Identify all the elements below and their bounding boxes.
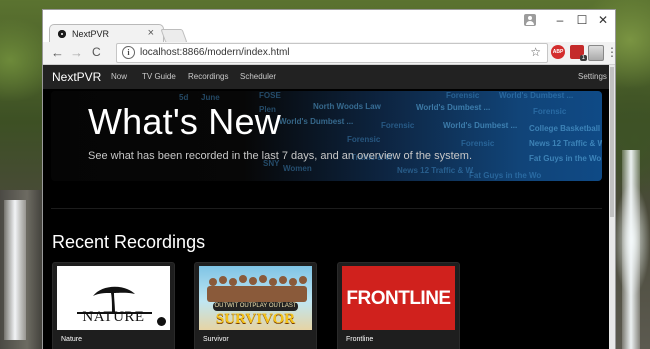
browser-menu-icon[interactable]: ⋮ (606, 45, 615, 59)
tab-strip: NextPVR × – ☐ ✕ (43, 10, 615, 43)
nextpvr-favicon-icon (58, 30, 66, 38)
guide-cell: Forensic (533, 107, 567, 116)
guide-cell: World's Dumbest ... (279, 117, 354, 126)
browser-window: NextPVR × – ☐ ✕ ← → C i localhost:8866/m… (43, 10, 615, 349)
recent-recordings-heading: Recent Recordings (52, 232, 206, 252)
adblock-icon[interactable]: ABP (551, 45, 565, 59)
guide-cell: World's Dumbest ... (499, 91, 574, 100)
profile-icon[interactable] (524, 14, 536, 26)
nav-scheduler[interactable]: Scheduler (240, 72, 276, 81)
bookmark-star-icon[interactable]: ☆ (530, 45, 541, 59)
address-bar[interactable]: i localhost:8866/modern/index.html ☆ (116, 43, 548, 63)
guide-cell: College Basketball (529, 124, 601, 133)
recording-card-frontline[interactable]: FRONTLINE Frontline (337, 262, 460, 349)
nature-artwork: NATURE (57, 266, 170, 330)
forward-arrow-icon[interactable]: → (70, 45, 83, 60)
window-extension-icon[interactable] (588, 45, 604, 61)
brand-logo[interactable]: NextPVR (52, 70, 101, 84)
hero-title: What's New (88, 101, 281, 142)
recording-card-survivor[interactable]: OUTWIT OUTPLAY OUTLAST SURVIVOR Survivor (194, 262, 317, 349)
reload-icon[interactable]: C (92, 45, 101, 59)
frontline-logo-text: FRONTLINE (346, 288, 451, 309)
guide-cell: World's Dumbest ... (416, 103, 491, 112)
guide-cell: News 12 Traffic & W (529, 139, 602, 148)
tab-title: NextPVR (72, 29, 110, 39)
waterfall-right (622, 150, 640, 349)
recording-title: Survivor (203, 336, 229, 343)
whats-new-hero: 5d June FOSE Plen North Woods Law Forens… (51, 91, 602, 181)
hero-subtitle: See what has been recorded in the last 7… (88, 150, 473, 162)
recording-card-nature[interactable]: NATURE Nature (52, 262, 175, 349)
guide-cell: Forensic (461, 139, 495, 148)
pbs-logo-icon (157, 317, 166, 326)
recording-title: Frontline (346, 336, 374, 343)
guide-cell: News 12 Traffic & W (397, 166, 474, 175)
guide-cell: Forensic (347, 135, 381, 144)
guide-cell: North Woods Law (313, 102, 381, 111)
browser-tab[interactable]: NextPVR × (49, 24, 164, 43)
survivor-tagline: OUTWIT OUTPLAY OUTLAST (213, 302, 298, 311)
survivor-artwork: OUTWIT OUTPLAY OUTLAST SURVIVOR (199, 266, 312, 330)
guide-cell: FOSE (259, 91, 281, 100)
recording-title: Nature (61, 336, 83, 343)
back-arrow-icon[interactable]: ← (51, 45, 64, 60)
nav-now[interactable]: Now (111, 72, 127, 81)
guide-cell: Fat Guys in the Wo (529, 154, 602, 163)
section-divider (51, 208, 602, 209)
guide-cell: Forensic (381, 121, 415, 130)
nav-recordings[interactable]: Recordings (188, 72, 228, 81)
nature-logo-text: NATURE (82, 309, 145, 325)
guide-cell: World's Dumbest ... (443, 121, 518, 130)
extension-badge: 1 (579, 55, 587, 61)
close-window-button[interactable]: ✕ (593, 13, 613, 27)
page-content: NextPVR Now TV Guide Recordings Schedule… (43, 65, 609, 349)
survivor-logo-text: SURVIVOR (215, 311, 296, 327)
app-navbar: NextPVR Now TV Guide Recordings Schedule… (43, 65, 609, 89)
url-text[interactable]: localhost:8866/modern/index.html (140, 47, 290, 58)
scrollbar-thumb[interactable] (610, 67, 614, 217)
page-scrollbar[interactable] (609, 65, 615, 349)
guide-cell: Women (283, 164, 312, 173)
nav-settings[interactable]: Settings (578, 72, 607, 81)
new-tab-button[interactable] (160, 29, 188, 43)
frontline-artwork: FRONTLINE (342, 266, 455, 330)
maximize-button[interactable]: ☐ (572, 13, 592, 27)
minimize-button[interactable]: – (550, 13, 570, 27)
site-info-icon[interactable]: i (122, 46, 135, 59)
tab-close-icon[interactable]: × (148, 27, 154, 39)
notifications-extension-icon[interactable]: 1 (570, 45, 587, 61)
waterfall-left (4, 200, 26, 340)
guide-cell: Forensic (446, 91, 480, 100)
browser-toolbar: ← → C i localhost:8866/modern/index.html… (43, 42, 615, 65)
nav-tv-guide[interactable]: TV Guide (142, 72, 176, 81)
guide-cell: Fat Guys in the Wo (469, 171, 542, 180)
